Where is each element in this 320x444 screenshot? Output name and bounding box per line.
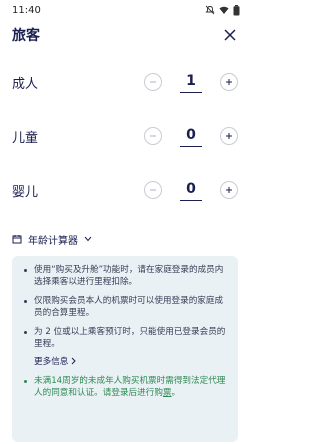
adult-stepper: 1 [144, 72, 238, 93]
minus-icon [150, 81, 156, 83]
plus-icon [226, 79, 232, 85]
minor-notice-item: 未满14周岁的未成年人购买机票时需得到法定代理人的同意和认证。请登录后进行购票。 [24, 375, 228, 399]
age-calculator-label: 年龄计算器 [28, 235, 78, 247]
login-link[interactable]: 票 [163, 388, 172, 398]
infant-decrement-button[interactable] [144, 181, 162, 199]
child-count[interactable]: 0 [180, 126, 202, 147]
child-decrement-button[interactable] [144, 127, 162, 145]
infant-stepper: 0 [144, 180, 238, 201]
plus-icon [226, 187, 232, 193]
child-stepper: 0 [144, 126, 238, 147]
adult-decrement-button[interactable] [144, 73, 162, 91]
age-calculator-toggle[interactable]: 年龄计算器 [12, 230, 92, 248]
page-title: 旅客 [12, 28, 40, 44]
status-bar: 11:40 [0, 0, 250, 20]
plus-icon [226, 133, 232, 139]
minus-icon [150, 189, 156, 191]
close-icon [224, 29, 236, 41]
minus-icon [150, 135, 156, 137]
calendar-icon [12, 235, 22, 244]
passenger-label-infant: 婴儿 [12, 184, 39, 200]
chevron-down-icon [84, 236, 92, 242]
chevron-right-icon [72, 357, 77, 365]
more-info-label: 更多信息 [34, 357, 69, 367]
status-time: 11:40 [12, 4, 41, 16]
passenger-row-adult: 成人 1 [0, 62, 250, 102]
infant-count[interactable]: 0 [180, 180, 202, 201]
passenger-label-adult: 成人 [12, 76, 39, 92]
status-icons [205, 4, 240, 16]
minor-notice-text: 未满14周岁的未成年人购买机票时需得到法定代理人的同意和认证。请登录后进行购 [34, 376, 226, 398]
passenger-row-child: 儿童 0 [0, 116, 250, 156]
notice-item: 仅限购买会员本人的机票时可以使用登录的家庭成员的合算里程。 [24, 295, 228, 319]
wifi-icon [219, 5, 229, 15]
passenger-row-infant: 婴儿 0 [0, 170, 250, 210]
adult-count[interactable]: 1 [180, 72, 202, 93]
notice-item: 为 2 位或以上乘客预订时，只能使用已登录会员的里程。 [24, 326, 228, 350]
notification-off-icon [205, 5, 215, 15]
info-notice: 使用“购买及升舱”功能时，请在家庭登录的成员内选择乘客以进行里程扣除。 仅限购买… [12, 256, 238, 442]
notice-item: 使用“购买及升舱”功能时，请在家庭登录的成员内选择乘客以进行里程扣除。 [24, 264, 228, 288]
more-info-link[interactable]: 更多信息 [34, 355, 228, 367]
infant-increment-button[interactable] [220, 181, 238, 199]
close-button[interactable] [220, 25, 240, 45]
minor-notice-end: 。 [171, 388, 181, 398]
header: 旅客 [0, 22, 250, 48]
battery-icon [233, 4, 240, 16]
passenger-label-child: 儿童 [12, 130, 39, 146]
adult-increment-button[interactable] [220, 73, 238, 91]
child-increment-button[interactable] [220, 127, 238, 145]
